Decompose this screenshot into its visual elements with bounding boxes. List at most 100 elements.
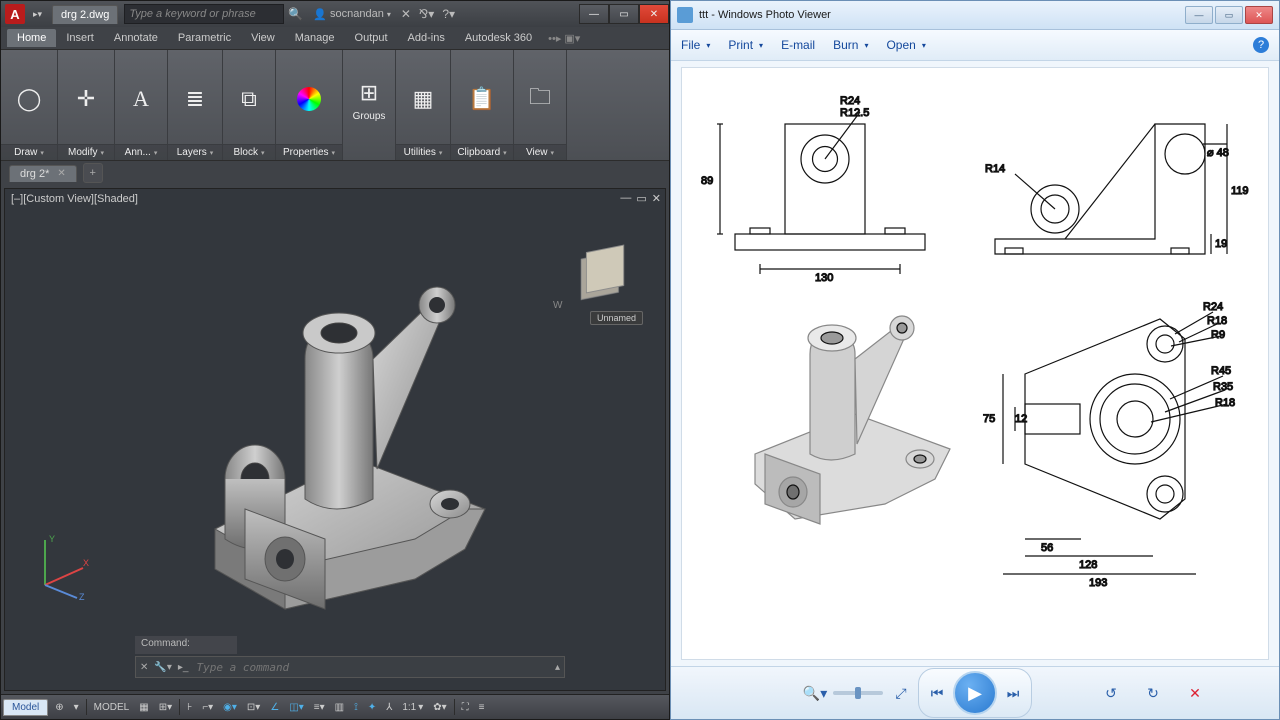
wpv-menu-email[interactable]: E-mail	[781, 38, 815, 52]
login-user[interactable]: 👤socnandan▾	[307, 8, 397, 21]
dyn-icon[interactable]: ✦	[363, 702, 381, 713]
panel-block[interactable]: ⧉Block	[223, 50, 276, 160]
lwt-icon[interactable]: ◫▾	[284, 702, 308, 713]
close-tab-icon[interactable]: ✕	[57, 168, 65, 179]
panel-properties-label: Properties	[276, 144, 342, 160]
zoom-slider[interactable]	[833, 691, 883, 695]
command-bar: Command: ✕ 🔧▾ ▸_ ▴	[135, 636, 565, 678]
ribbon-tab-parametric[interactable]: Parametric	[168, 29, 241, 47]
ribbon-tab-insert[interactable]: Insert	[56, 29, 104, 47]
panel-modify[interactable]: ✛Modify	[58, 50, 115, 160]
model-tab[interactable]: Model	[3, 699, 48, 716]
circle-icon: ◯	[13, 83, 45, 115]
ortho-icon[interactable]: ⊦	[182, 702, 197, 713]
panel-draw[interactable]: ◯Draw	[1, 50, 58, 160]
panel-groups[interactable]: ⊞Groups.	[343, 50, 396, 160]
filename-tab[interactable]: drg 2.dwg	[52, 5, 118, 24]
layout-add-icon[interactable]: ⊕	[50, 702, 68, 713]
trans-icon[interactable]: ≡▾	[309, 702, 330, 713]
autocad-logo-icon[interactable]: A	[5, 4, 25, 24]
modelspace-label[interactable]: MODEL	[89, 702, 135, 713]
svg-text:R9: R9	[1211, 329, 1225, 341]
autocad-titlebar: A ▸▾ drg 2.dwg Type a keyword or phrase …	[1, 1, 669, 27]
qat-dropdown-icon[interactable]: ▸▾	[29, 9, 46, 20]
cmd-close-icon[interactable]: ✕	[140, 662, 148, 673]
vp-minimize-icon[interactable]: —	[620, 192, 631, 205]
search-input[interactable]: Type a keyword or phrase	[124, 4, 284, 24]
wpv-close-button[interactable]: ✕	[1245, 6, 1273, 24]
ribbon-tab-output[interactable]: Output	[345, 29, 398, 47]
add-tab-button[interactable]: +	[83, 163, 103, 183]
panel-clipboard[interactable]: 📋Clipboard	[451, 50, 514, 160]
iso-icon[interactable]: ◉▾	[218, 702, 242, 713]
command-input[interactable]	[194, 660, 549, 675]
wpv-menu-print[interactable]: Print	[728, 38, 763, 52]
vp-restore-icon[interactable]: ▭	[636, 192, 646, 205]
next-button[interactable]: ⏭	[999, 679, 1027, 707]
rotate-cw-button[interactable]: ↻	[1139, 679, 1167, 707]
ribbon-more-icon[interactable]: ••▸ ▣▾	[548, 32, 580, 45]
ribbon-tab-a360[interactable]: Autodesk 360	[455, 29, 542, 47]
wpv-menu-open[interactable]: Open	[886, 38, 925, 52]
rotate-ccw-button[interactable]: ↺	[1097, 679, 1125, 707]
a360-icon[interactable]: ⅋▾	[415, 7, 438, 21]
panel-utilities-label: Utilities	[396, 144, 450, 160]
svg-text:89: 89	[701, 175, 713, 187]
ribbon-tab-home[interactable]: Home	[7, 29, 56, 47]
fit-button[interactable]: ⤢	[887, 679, 915, 707]
wpv-minimize-button[interactable]: —	[1185, 6, 1213, 24]
ribbon-tab-annotate[interactable]: Annotate	[104, 29, 168, 47]
vp-close-icon[interactable]: ✕	[652, 192, 661, 205]
viewport[interactable]: [–][Custom View][Shaded] — ▭ ✕ W Unnamed	[4, 188, 666, 691]
document-tab[interactable]: drg 2*✕	[9, 165, 77, 182]
viewport-label[interactable]: [–][Custom View][Shaded]	[11, 193, 138, 205]
scale-label[interactable]: 1:1▾	[397, 702, 428, 713]
wpv-maximize-button[interactable]: ▭	[1215, 6, 1243, 24]
viewcube[interactable]: W	[565, 229, 645, 309]
wpv-image-canvas[interactable]: R24R12.5 89 130 R14 ⌀ 48 119 19	[681, 67, 1269, 660]
engineering-drawing: R24R12.5 89 130 R14 ⌀ 48 119 19	[695, 84, 1255, 644]
modify-icon: ✛	[70, 83, 102, 115]
photo-viewer-window: ttt - Windows Photo Viewer — ▭ ✕ File Pr…	[670, 0, 1280, 720]
polar-icon[interactable]: ⌐▾	[197, 702, 218, 713]
customize-status-icon[interactable]: ≡	[474, 702, 490, 713]
snap-icon[interactable]: ⊞▾	[154, 702, 177, 713]
panel-properties[interactable]: Properties	[276, 50, 343, 160]
ducs-icon[interactable]: ⟟	[349, 702, 363, 713]
ribbon-tab-manage[interactable]: Manage	[285, 29, 345, 47]
exchange-icon[interactable]: ✕	[397, 7, 415, 21]
gizmo-icon[interactable]: ⅄	[381, 702, 397, 713]
grid-icon[interactable]: ▦	[134, 702, 153, 713]
wpv-title-label: ttt - Windows Photo Viewer	[699, 9, 831, 21]
close-button[interactable]: ✕	[639, 4, 669, 24]
fullscreen-icon[interactable]: ⛶	[457, 702, 474, 713]
maximize-button[interactable]: ▭	[609, 4, 639, 24]
osnap-icon[interactable]: ⊡▾	[242, 702, 265, 713]
svg-text:Z: Z	[79, 592, 85, 600]
panel-annotation[interactable]: AAnn...	[115, 50, 168, 160]
cmd-customize-icon[interactable]: 🔧▾	[154, 662, 171, 673]
zoom-out-button[interactable]: 🔍▾	[801, 679, 829, 707]
layout-menu-icon[interactable]: ▾	[69, 702, 84, 713]
wpv-help-icon[interactable]: ?	[1253, 37, 1269, 53]
wpv-menu-burn[interactable]: Burn	[833, 38, 868, 52]
otrack-icon[interactable]: ∠	[265, 702, 284, 713]
panel-utilities[interactable]: ▦Utilities	[396, 50, 451, 160]
viewcube-unnamed-label[interactable]: Unnamed	[590, 311, 643, 325]
prev-button[interactable]: ⏮	[923, 679, 951, 707]
panel-layers[interactable]: ≣Layers	[168, 50, 223, 160]
cmd-recent-icon[interactable]: ▴	[555, 662, 560, 673]
sc-icon[interactable]: ▥	[330, 702, 349, 713]
ribbon-tab-view[interactable]: View	[241, 29, 285, 47]
ribbon-tab-addins[interactable]: Add-ins	[398, 29, 455, 47]
help-icon[interactable]: ?▾	[438, 7, 459, 21]
wpv-menu-file[interactable]: File	[681, 38, 710, 52]
slideshow-button[interactable]: ▶	[953, 671, 997, 715]
search-icon[interactable]: 🔍	[284, 7, 307, 21]
delete-button[interactable]: ✕	[1181, 679, 1209, 707]
minimize-button[interactable]: —	[579, 4, 609, 24]
gear-icon[interactable]: ✿▾	[428, 702, 451, 713]
svg-text:X: X	[83, 558, 89, 568]
panel-view[interactable]: 🗀View	[514, 50, 567, 160]
compass-w-label: W	[553, 300, 562, 311]
